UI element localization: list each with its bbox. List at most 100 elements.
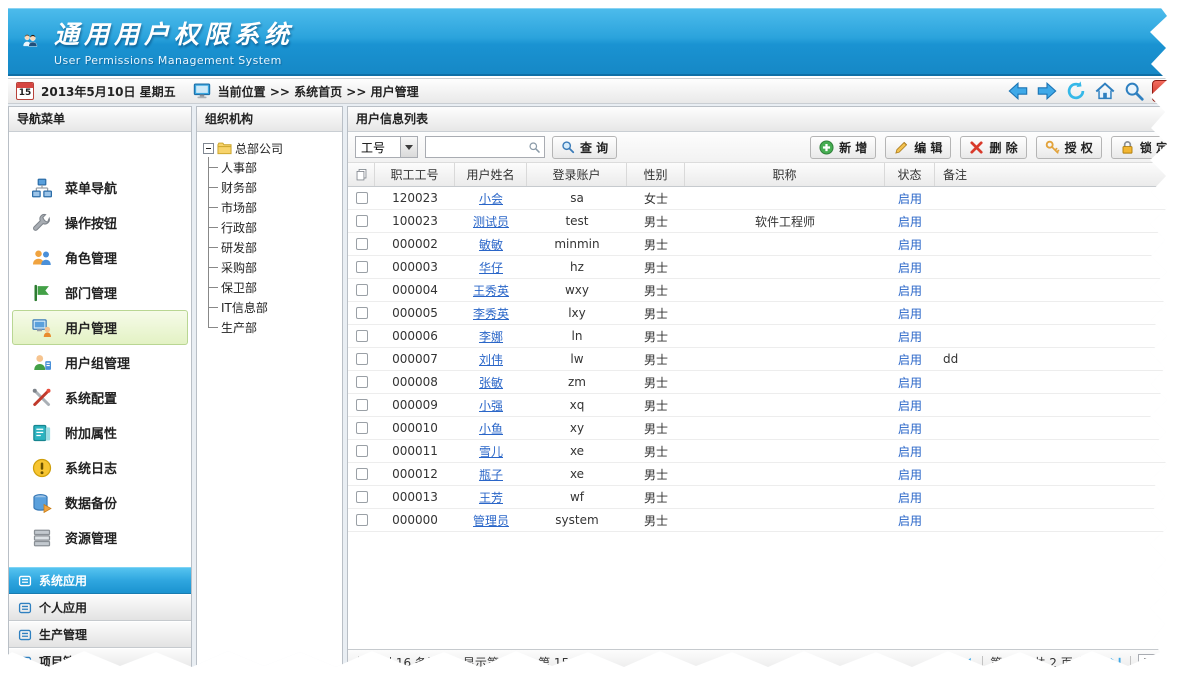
- table-row[interactable]: 000011雪儿xe男士启用: [348, 440, 1184, 463]
- column-header-4[interactable]: 性别: [627, 163, 685, 186]
- table-row[interactable]: 000007刘伟lw男士启用dd: [348, 348, 1184, 371]
- table-row[interactable]: 100023测试员test男士软件工程师启用: [348, 210, 1184, 233]
- column-header-1[interactable]: 职工工号: [375, 163, 455, 186]
- tree-node-2[interactable]: 市场部: [208, 197, 338, 217]
- table-row[interactable]: 000008张敏zm男士启用: [348, 371, 1184, 394]
- sidebar-item-system-config[interactable]: 系统配置: [12, 380, 188, 415]
- row-checkbox[interactable]: [356, 514, 368, 526]
- column-header-3[interactable]: 登录账户: [527, 163, 627, 186]
- home-icon[interactable]: [1094, 80, 1116, 102]
- table-row[interactable]: 000005李秀英lxy男士启用: [348, 302, 1184, 325]
- row-checkbox[interactable]: [356, 491, 368, 503]
- table-row[interactable]: 000010小鱼xy男士启用: [348, 417, 1184, 440]
- tree-collapse-toggle[interactable]: [203, 143, 214, 154]
- user-name-link[interactable]: 小鱼: [479, 420, 503, 437]
- next-page-icon[interactable]: [1088, 655, 1103, 670]
- column-header-5[interactable]: 职称: [685, 163, 885, 186]
- tree-node-3[interactable]: 行政部: [208, 217, 338, 237]
- table-row[interactable]: 000006李娜ln男士启用: [348, 325, 1184, 348]
- table-row[interactable]: 000004王秀英wxy男士启用: [348, 279, 1184, 302]
- prev-page-icon[interactable]: [960, 655, 975, 670]
- combo-dropdown-button[interactable]: [400, 137, 417, 157]
- sidebar-item-menu-navigation[interactable]: 菜单导航: [12, 170, 188, 205]
- table-row[interactable]: 000012瓶子xe男士启用: [348, 463, 1184, 486]
- column-header-6[interactable]: 状态: [885, 163, 935, 186]
- add-button[interactable]: 新 增: [810, 136, 876, 159]
- list-icon: [18, 574, 32, 588]
- tree-node-4[interactable]: 研发部: [208, 237, 338, 257]
- page-size-combo[interactable]: 15: [1138, 654, 1176, 672]
- sidebar-item-resource-management[interactable]: 资源管理: [12, 520, 188, 555]
- user-name-link[interactable]: 敏敏: [479, 236, 503, 253]
- accordion-project-management[interactable]: 项目管理: [9, 648, 191, 675]
- accordion-production-management[interactable]: 生产管理: [9, 621, 191, 648]
- sidebar-item-data-backup[interactable]: 数据备份: [12, 485, 188, 520]
- accordion-system-apps[interactable]: 系统应用: [9, 567, 191, 594]
- tree-node-1[interactable]: 财务部: [208, 177, 338, 197]
- row-checkbox[interactable]: [356, 376, 368, 388]
- tree-node-0[interactable]: 人事部: [208, 157, 338, 177]
- tree-node-7[interactable]: IT信息部: [208, 297, 338, 317]
- row-checkbox[interactable]: [356, 399, 368, 411]
- row-checkbox[interactable]: [356, 261, 368, 273]
- user-name-link[interactable]: 刘伟: [479, 351, 503, 368]
- row-checkbox[interactable]: [356, 215, 368, 227]
- user-name-link[interactable]: 华仔: [479, 259, 503, 276]
- column-header-7[interactable]: 备注: [935, 163, 1184, 186]
- row-checkbox[interactable]: [356, 284, 368, 296]
- user-name-link[interactable]: 雪儿: [479, 443, 503, 460]
- sidebar-item-system-log[interactable]: 系统日志: [12, 450, 188, 485]
- select-column-header[interactable]: [348, 163, 375, 186]
- edit-button[interactable]: 编 辑: [885, 136, 951, 159]
- row-checkbox[interactable]: [356, 238, 368, 250]
- tree-root-node[interactable]: 总部公司: [203, 139, 338, 157]
- table-row[interactable]: 000000管理员system男士启用: [348, 509, 1184, 532]
- delete-button[interactable]: 删 除: [960, 136, 1026, 159]
- table-row[interactable]: 120023小会sa女士启用: [348, 187, 1184, 210]
- sidebar-item-user-group-management[interactable]: 用户组管理: [12, 345, 188, 380]
- row-checkbox[interactable]: [356, 307, 368, 319]
- user-name-link[interactable]: 张敏: [479, 374, 503, 391]
- row-checkbox[interactable]: [356, 353, 368, 365]
- user-name-link[interactable]: 王芳: [479, 489, 503, 506]
- user-name-link[interactable]: 小会: [479, 190, 503, 207]
- table-row[interactable]: 000002敏敏minmin男士启用: [348, 233, 1184, 256]
- tree-node-8[interactable]: 生产部: [208, 317, 338, 337]
- user-name-link[interactable]: 王秀英: [473, 282, 509, 299]
- user-name-link[interactable]: 李秀英: [473, 305, 509, 322]
- sidebar-item-operation-buttons[interactable]: 操作按钮: [12, 205, 188, 240]
- forward-icon[interactable]: [1036, 80, 1058, 102]
- user-name-link[interactable]: 瓶子: [479, 466, 503, 483]
- tree-node-6[interactable]: 保卫部: [208, 277, 338, 297]
- first-page-icon[interactable]: [940, 655, 955, 670]
- last-page-icon[interactable]: [1108, 655, 1123, 670]
- authorize-button[interactable]: 授 权: [1036, 136, 1102, 159]
- table-row[interactable]: 000009小强xq男士启用: [348, 394, 1184, 417]
- row-checkbox[interactable]: [356, 192, 368, 204]
- search-input[interactable]: [426, 138, 528, 156]
- sidebar-item-user-management[interactable]: 用户管理: [12, 310, 188, 345]
- table-row[interactable]: 000003华仔hz男士启用: [348, 256, 1184, 279]
- table-row[interactable]: 000013王芳wf男士启用: [348, 486, 1184, 509]
- row-checkbox[interactable]: [356, 445, 368, 457]
- sidebar-item-department-management[interactable]: 部门管理: [12, 275, 188, 310]
- user-name-link[interactable]: 李娜: [479, 328, 503, 345]
- back-icon[interactable]: [1007, 80, 1029, 102]
- search-field-combo[interactable]: 工号: [355, 136, 418, 158]
- search-icon[interactable]: [1123, 80, 1145, 102]
- lock-button[interactable]: 锁 定: [1111, 136, 1177, 159]
- accordion-personal-apps[interactable]: 个人应用: [9, 594, 191, 621]
- app-launcher-icon[interactable]: [1152, 80, 1174, 102]
- column-header-2[interactable]: 用户姓名: [455, 163, 527, 186]
- query-button[interactable]: 查 询: [552, 136, 617, 159]
- sidebar-item-role-management[interactable]: 角色管理: [12, 240, 188, 275]
- user-name-link[interactable]: 测试员: [473, 213, 509, 230]
- row-checkbox[interactable]: [356, 330, 368, 342]
- refresh-icon[interactable]: [1065, 80, 1087, 102]
- tree-node-5[interactable]: 采购部: [208, 257, 338, 277]
- user-name-link[interactable]: 管理员: [473, 512, 509, 529]
- user-name-link[interactable]: 小强: [479, 397, 503, 414]
- row-checkbox[interactable]: [356, 468, 368, 480]
- sidebar-item-extra-attributes[interactable]: 附加属性: [12, 415, 188, 450]
- row-checkbox[interactable]: [356, 422, 368, 434]
